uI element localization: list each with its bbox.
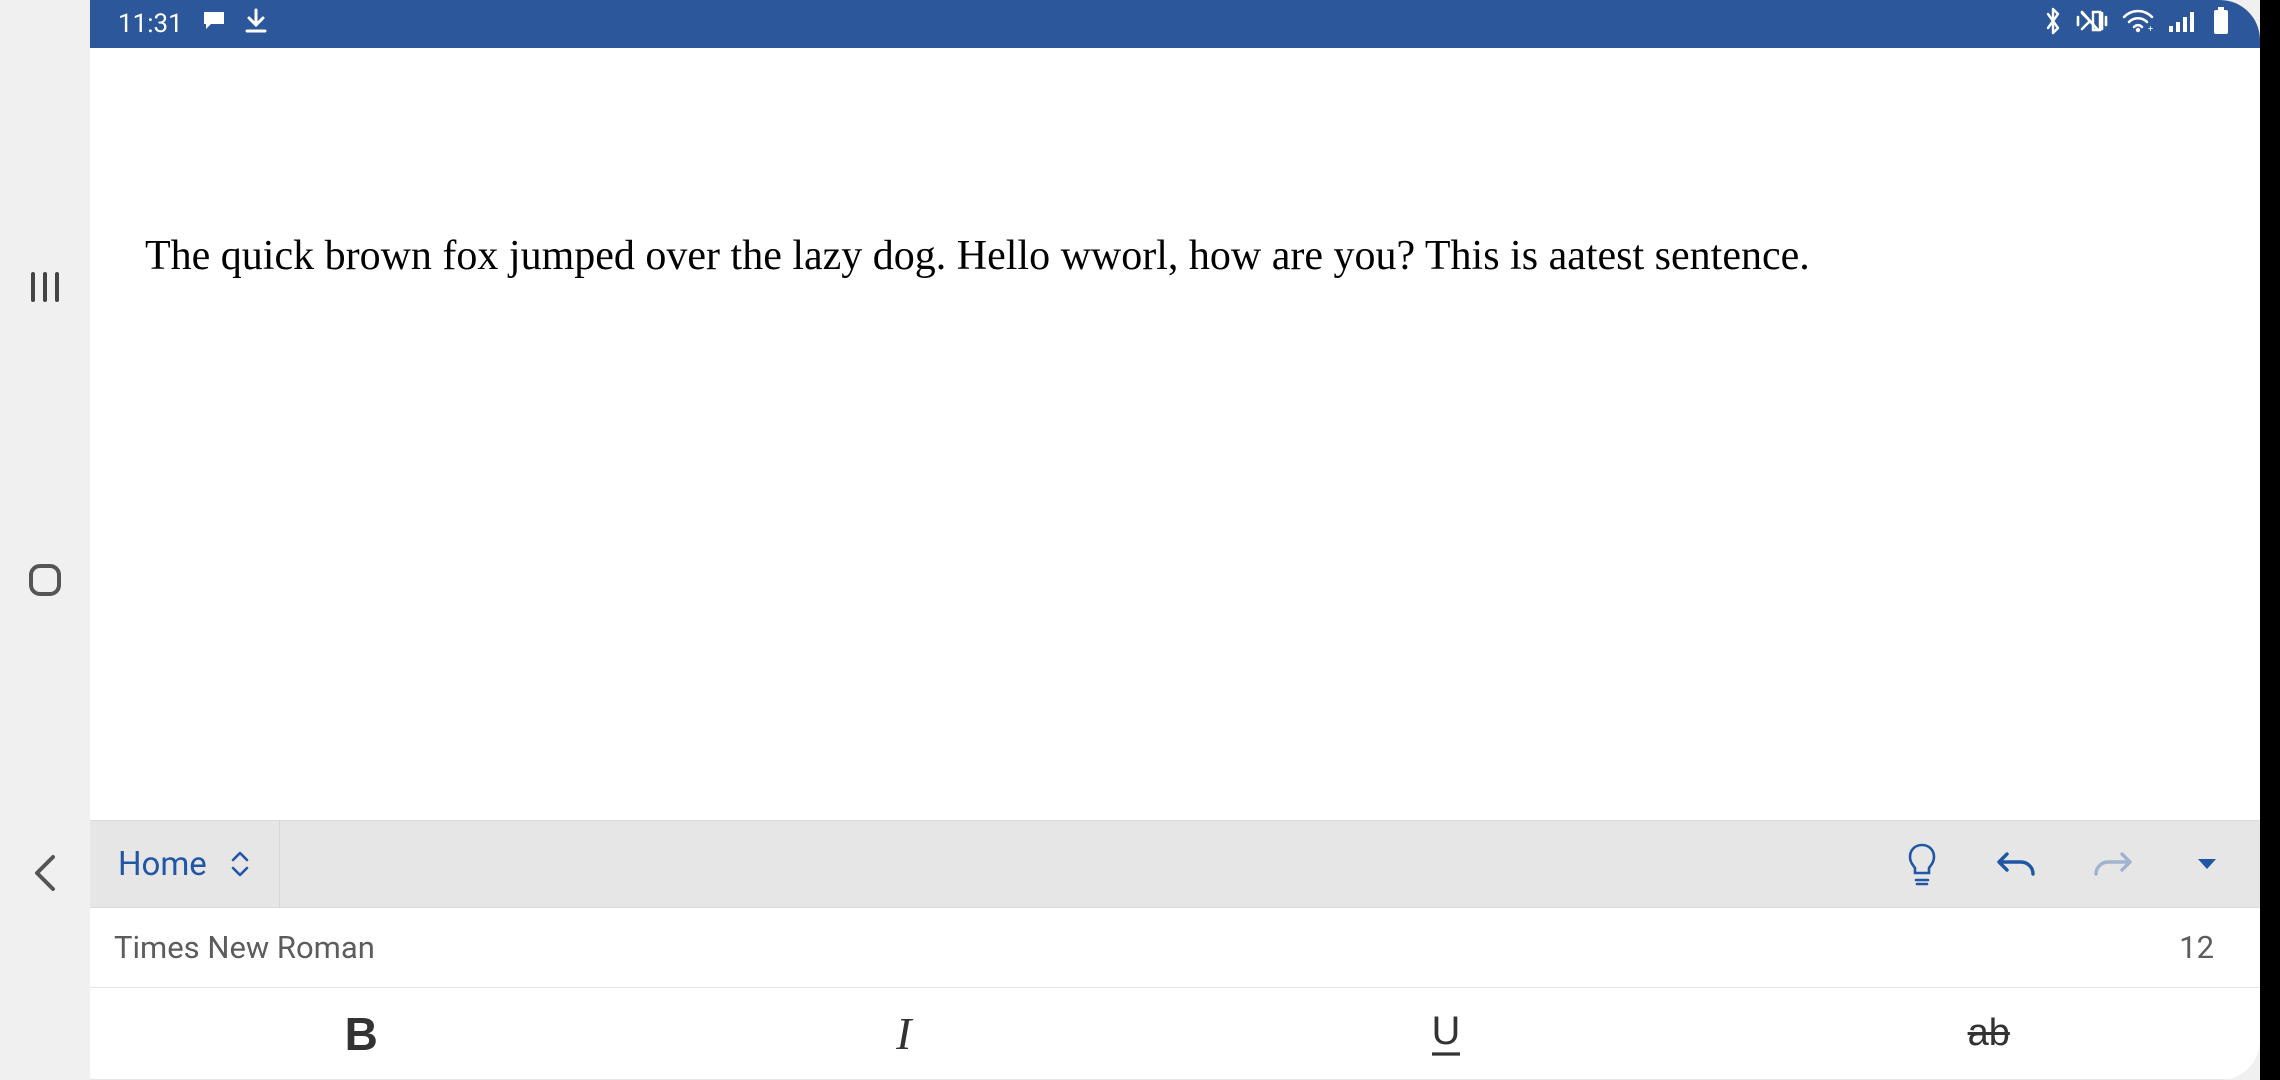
italic-button[interactable]: I bbox=[633, 988, 1176, 1079]
svg-text:U: U bbox=[1432, 1009, 1461, 1053]
italic-letter: I bbox=[896, 1007, 911, 1060]
vibrate-icon bbox=[2076, 8, 2108, 41]
bluetooth-icon bbox=[2044, 7, 2062, 42]
dropdown-icon[interactable] bbox=[2159, 820, 2254, 908]
underline-icon: U bbox=[1424, 1008, 1468, 1060]
word-app: 11:31 + bbox=[90, 0, 2260, 1080]
recent-apps-icon[interactable] bbox=[15, 257, 75, 317]
battery-icon bbox=[2212, 7, 2230, 42]
font-row: Times New Roman 12 bbox=[90, 908, 2260, 988]
undo-icon[interactable] bbox=[1969, 820, 2064, 908]
home-icon[interactable] bbox=[15, 550, 75, 610]
document-canvas[interactable]: The quick brown fox jumped over the lazy… bbox=[90, 48, 2260, 820]
status-time: 11:31 bbox=[118, 9, 183, 39]
redo-icon bbox=[2064, 820, 2159, 908]
chat-icon bbox=[201, 9, 227, 40]
screen-edge bbox=[2260, 0, 2280, 1080]
bold-button[interactable]: B bbox=[90, 988, 633, 1079]
lightbulb-icon[interactable] bbox=[1874, 820, 1969, 908]
format-row: B I U ab bbox=[90, 988, 2260, 1080]
back-icon[interactable] bbox=[15, 843, 75, 903]
status-bar: 11:31 + bbox=[90, 0, 2260, 48]
bold-letter: B bbox=[345, 1007, 378, 1061]
svg-text:+: + bbox=[2148, 25, 2153, 33]
signal-icon bbox=[2168, 9, 2198, 40]
font-size-selector[interactable]: 12 bbox=[2179, 929, 2214, 966]
ribbon-header: Home bbox=[90, 820, 2260, 908]
wifi-icon: + bbox=[2122, 9, 2154, 40]
strike-letter: ab bbox=[1968, 1012, 2010, 1055]
ribbon-tab-home[interactable]: Home bbox=[90, 821, 280, 907]
chevron-updown-icon bbox=[229, 850, 251, 878]
underline-button[interactable]: U bbox=[1175, 988, 1718, 1079]
font-name-selector[interactable]: Times New Roman bbox=[114, 929, 375, 966]
download-icon bbox=[245, 8, 267, 41]
document-text[interactable]: The quick brown fox jumped over the lazy… bbox=[145, 233, 1810, 279]
strikethrough-button[interactable]: ab bbox=[1718, 988, 2261, 1079]
ribbon-tab-label: Home bbox=[118, 845, 207, 884]
system-nav-rail bbox=[0, 0, 90, 1080]
